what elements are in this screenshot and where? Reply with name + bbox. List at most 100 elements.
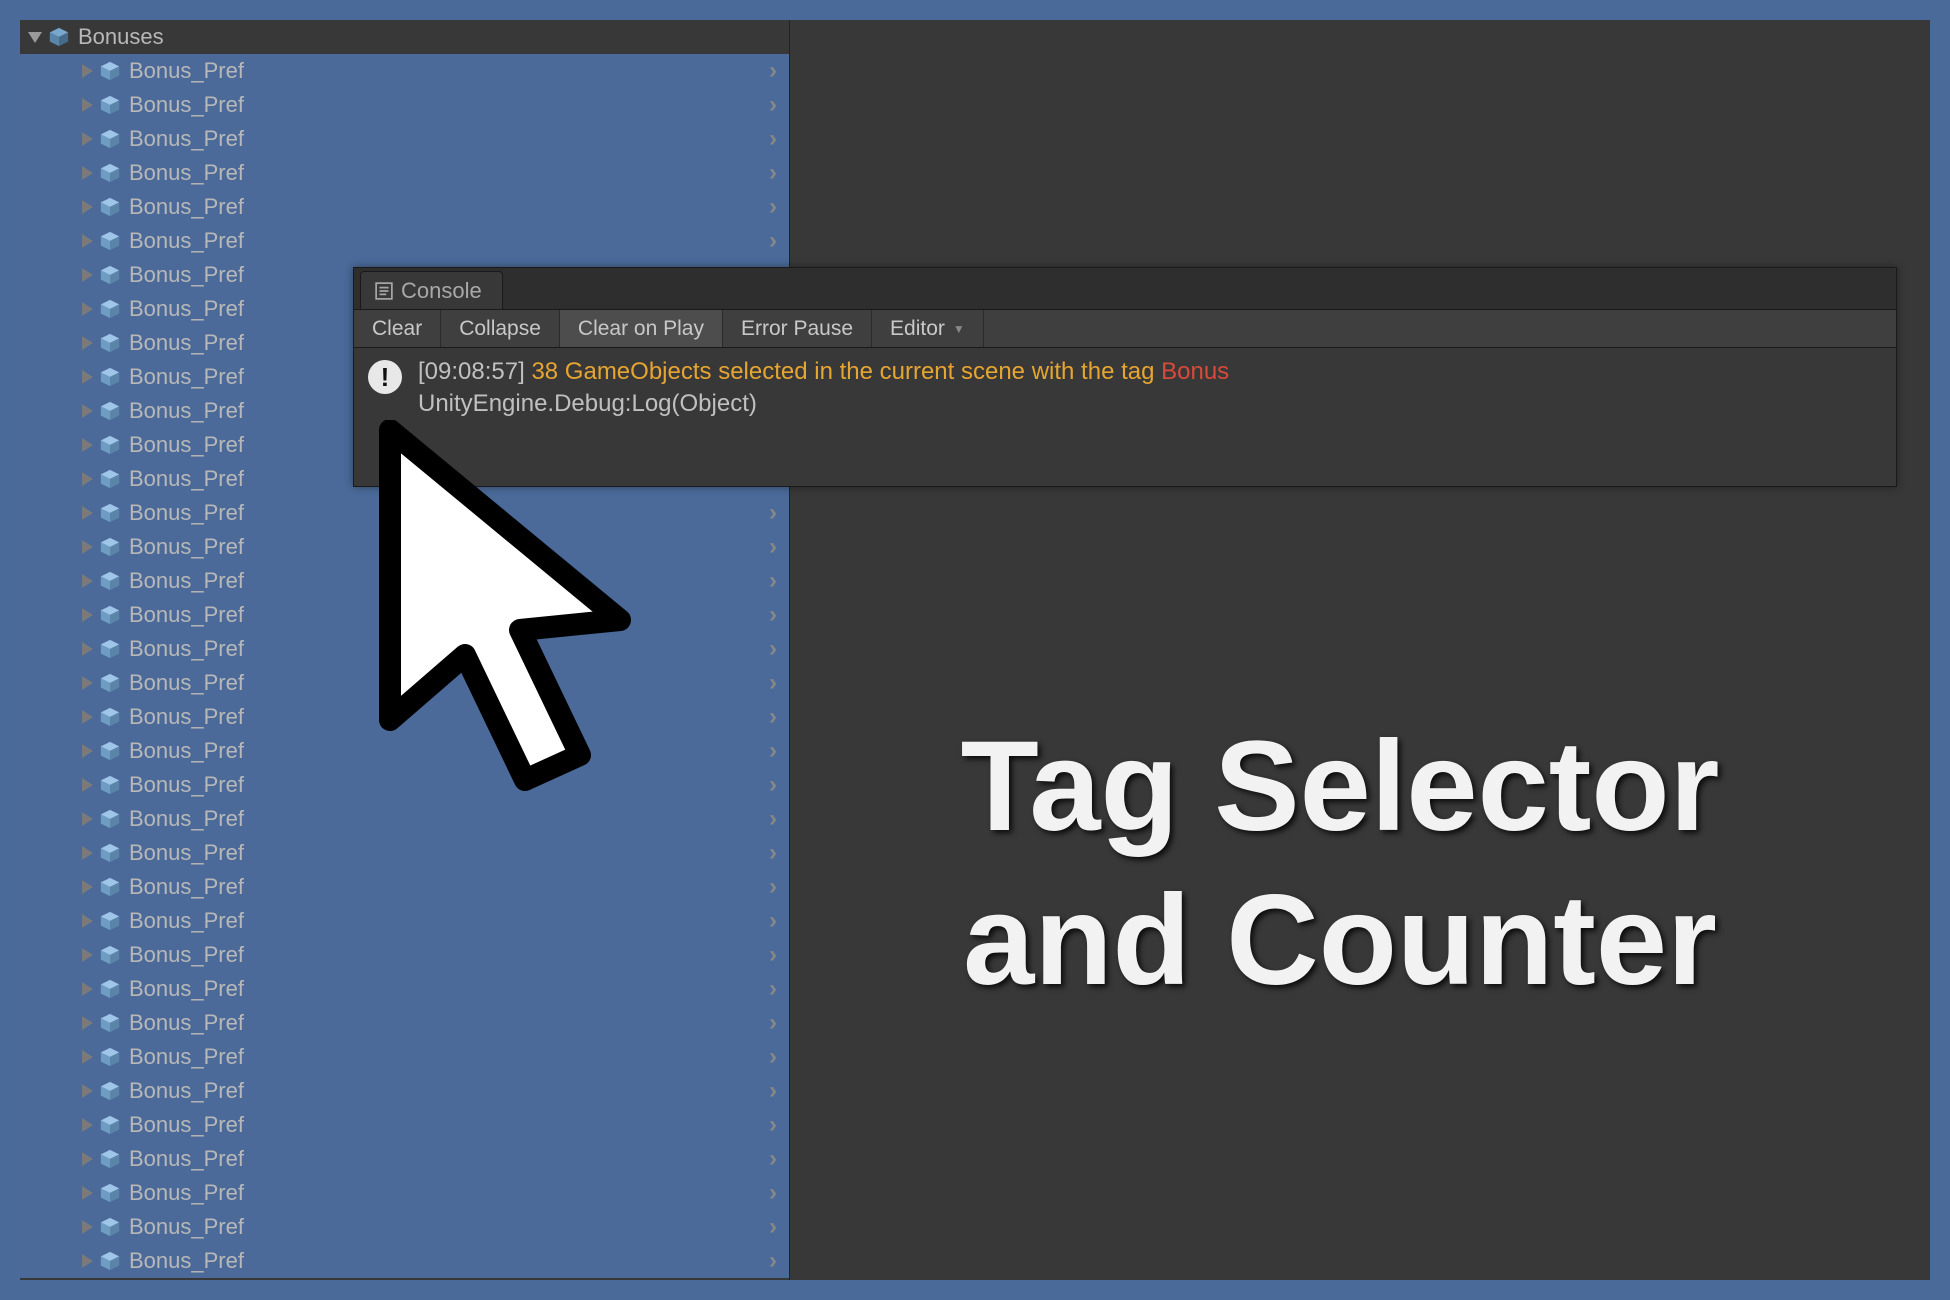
foldout-right-icon[interactable] (82, 404, 93, 418)
chevron-right-icon[interactable]: › (769, 567, 777, 595)
chevron-right-icon[interactable]: › (769, 125, 777, 153)
chevron-right-icon[interactable]: › (769, 703, 777, 731)
hierarchy-child-row[interactable]: Bonus_Pref › (20, 972, 789, 1006)
foldout-right-icon[interactable] (82, 574, 93, 588)
chevron-right-icon[interactable]: › (769, 227, 777, 255)
foldout-right-icon[interactable] (82, 234, 93, 248)
hierarchy-child-row[interactable]: Bonus_Pref › (20, 1074, 789, 1108)
foldout-right-icon[interactable] (82, 132, 93, 146)
chevron-right-icon[interactable]: › (769, 907, 777, 935)
tab-console[interactable]: Console (360, 271, 503, 309)
collapse-button[interactable]: Collapse (441, 310, 560, 347)
hierarchy-child-row[interactable]: Bonus_Pref › (20, 768, 789, 802)
foldout-right-icon[interactable] (82, 948, 93, 962)
hierarchy-child-row[interactable]: Bonus_Pref › (20, 1006, 789, 1040)
hierarchy-child-row[interactable]: Bonus_Pref › (20, 870, 789, 904)
foldout-right-icon[interactable] (82, 676, 93, 690)
chevron-right-icon[interactable]: › (769, 57, 777, 85)
console-log-entry[interactable]: ! [09:08:57] 38 GameObjects selected in … (354, 348, 1896, 429)
foldout-right-icon[interactable] (82, 1152, 93, 1166)
foldout-right-icon[interactable] (82, 370, 93, 384)
foldout-right-icon[interactable] (82, 302, 93, 316)
chevron-right-icon[interactable]: › (769, 91, 777, 119)
hierarchy-child-row[interactable]: Bonus_Pref › (20, 156, 789, 190)
hierarchy-child-row[interactable]: Bonus_Pref › (20, 122, 789, 156)
foldout-right-icon[interactable] (82, 642, 93, 656)
foldout-right-icon[interactable] (82, 200, 93, 214)
chevron-right-icon[interactable]: › (769, 1247, 777, 1275)
chevron-right-icon[interactable]: › (769, 1213, 777, 1241)
foldout-right-icon[interactable] (82, 1186, 93, 1200)
chevron-right-icon[interactable]: › (769, 771, 777, 799)
foldout-right-icon[interactable] (82, 506, 93, 520)
foldout-right-icon[interactable] (82, 64, 93, 78)
foldout-right-icon[interactable] (82, 744, 93, 758)
foldout-right-icon[interactable] (82, 98, 93, 112)
chevron-right-icon[interactable]: › (769, 873, 777, 901)
hierarchy-child-row[interactable]: Bonus_Pref › (20, 1142, 789, 1176)
chevron-right-icon[interactable]: › (769, 1009, 777, 1037)
hierarchy-child-row[interactable]: Bonus_Pref › (20, 802, 789, 836)
hierarchy-child-row[interactable]: Bonus_Pref › (20, 190, 789, 224)
foldout-right-icon[interactable] (82, 472, 93, 486)
foldout-right-icon[interactable] (82, 880, 93, 894)
chevron-right-icon[interactable]: › (769, 975, 777, 1003)
hierarchy-child-row[interactable]: Bonus_Pref › (20, 632, 789, 666)
chevron-right-icon[interactable]: › (769, 805, 777, 833)
foldout-right-icon[interactable] (82, 1118, 93, 1132)
hierarchy-child-row[interactable]: Bonus_Pref › (20, 224, 789, 258)
foldout-down-icon[interactable] (28, 32, 42, 43)
foldout-right-icon[interactable] (82, 846, 93, 860)
hierarchy-child-row[interactable]: Bonus_Pref › (20, 666, 789, 700)
foldout-right-icon[interactable] (82, 1220, 93, 1234)
foldout-right-icon[interactable] (82, 778, 93, 792)
chevron-right-icon[interactable]: › (769, 635, 777, 663)
hierarchy-child-row[interactable]: Bonus_Pref › (20, 496, 789, 530)
clear-button[interactable]: Clear (354, 310, 441, 347)
clear-on-play-button[interactable]: Clear on Play (560, 310, 723, 347)
chevron-right-icon[interactable]: › (769, 193, 777, 221)
hierarchy-panel[interactable]: Bonuses Bonus_Pref › Bonus_Pref › Bonus_… (20, 20, 790, 1280)
hierarchy-child-row[interactable]: Bonus_Pref › (20, 530, 789, 564)
hierarchy-child-row[interactable]: Bonus_Pref › (20, 1244, 789, 1278)
foldout-right-icon[interactable] (82, 336, 93, 350)
foldout-right-icon[interactable] (82, 438, 93, 452)
chevron-right-icon[interactable]: › (769, 1043, 777, 1071)
hierarchy-child-row[interactable]: Bonus_Pref › (20, 1040, 789, 1074)
hierarchy-child-row[interactable]: Bonus_Pref › (20, 836, 789, 870)
hierarchy-child-row[interactable]: Bonus_Pref › (20, 1210, 789, 1244)
hierarchy-child-row[interactable]: Bonus_Pref › (20, 904, 789, 938)
foldout-right-icon[interactable] (82, 1016, 93, 1030)
chevron-right-icon[interactable]: › (769, 1111, 777, 1139)
hierarchy-child-row[interactable]: Bonus_Pref › (20, 734, 789, 768)
foldout-right-icon[interactable] (82, 1084, 93, 1098)
foldout-right-icon[interactable] (82, 914, 93, 928)
foldout-right-icon[interactable] (82, 710, 93, 724)
editor-dropdown[interactable]: Editor▼ (872, 310, 984, 347)
hierarchy-parent-row[interactable]: Bonuses (20, 20, 789, 54)
chevron-right-icon[interactable]: › (769, 669, 777, 697)
hierarchy-child-row[interactable]: Bonus_Pref › (20, 54, 789, 88)
chevron-right-icon[interactable]: › (769, 1077, 777, 1105)
chevron-right-icon[interactable]: › (769, 941, 777, 969)
foldout-right-icon[interactable] (82, 1050, 93, 1064)
hierarchy-child-row[interactable]: Bonus_Pref › (20, 598, 789, 632)
chevron-right-icon[interactable]: › (769, 533, 777, 561)
foldout-right-icon[interactable] (82, 982, 93, 996)
hierarchy-child-row[interactable]: Bonus_Pref › (20, 88, 789, 122)
hierarchy-child-row[interactable]: Bonus_Pref › (20, 1176, 789, 1210)
hierarchy-child-row[interactable]: Bonus_Pref › (20, 938, 789, 972)
chevron-right-icon[interactable]: › (769, 159, 777, 187)
foldout-right-icon[interactable] (82, 166, 93, 180)
chevron-right-icon[interactable]: › (769, 499, 777, 527)
foldout-right-icon[interactable] (82, 1254, 93, 1268)
chevron-right-icon[interactable]: › (769, 839, 777, 867)
chevron-right-icon[interactable]: › (769, 1179, 777, 1207)
foldout-right-icon[interactable] (82, 540, 93, 554)
error-pause-button[interactable]: Error Pause (723, 310, 872, 347)
foldout-right-icon[interactable] (82, 268, 93, 282)
chevron-right-icon[interactable]: › (769, 737, 777, 765)
foldout-right-icon[interactable] (82, 812, 93, 826)
chevron-right-icon[interactable]: › (769, 601, 777, 629)
hierarchy-child-row[interactable]: Bonus_Pref › (20, 1108, 789, 1142)
